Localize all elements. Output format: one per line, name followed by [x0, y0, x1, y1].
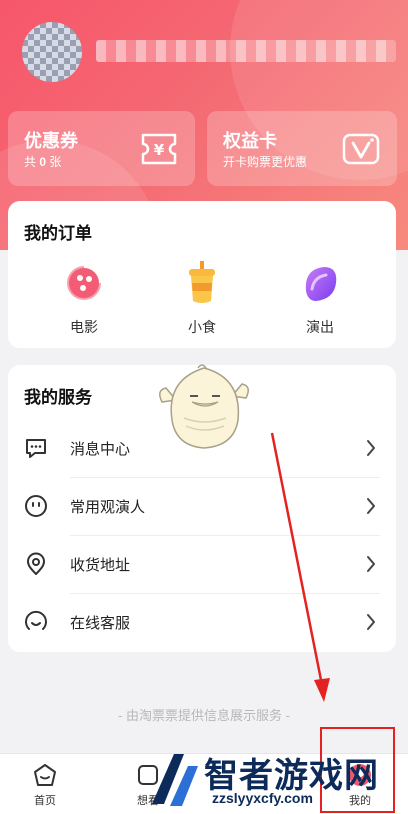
smile-face-icon — [25, 495, 47, 517]
rights-subtitle: 开卡购票更优惠 — [223, 155, 308, 169]
performance-icon — [298, 261, 342, 305]
service-label: 在线客服 — [70, 615, 131, 632]
orders-title: 我的订单 — [24, 224, 92, 243]
order-item-show[interactable]: 演出 — [280, 261, 360, 337]
coupon-count: 共 0 张 — [24, 155, 62, 169]
order-item-movie[interactable]: 电影 — [44, 261, 124, 337]
tab-label: 首页 — [34, 795, 56, 807]
film-reel-icon — [62, 261, 106, 305]
chevron-right-icon — [367, 556, 375, 572]
service-item-support[interactable]: 在线客服 — [8, 594, 396, 652]
avatar[interactable] — [22, 22, 82, 82]
service-item-address[interactable]: 收货地址 — [8, 536, 396, 594]
service-label: 常用观演人 — [70, 499, 146, 516]
mascot-illustration — [159, 364, 249, 449]
svg-text:¥: ¥ — [154, 141, 165, 159]
order-item-snack[interactable]: 小食 — [162, 261, 242, 337]
coupon-title: 优惠券 — [24, 131, 78, 151]
home-icon — [34, 764, 56, 786]
coupon-ticket-icon: ¥ — [141, 133, 177, 165]
nickname[interactable] — [96, 40, 396, 62]
service-label: 消息中心 — [70, 441, 131, 458]
provider-note: - 由淘票票提供信息展示服务 - — [118, 708, 290, 723]
services-title: 我的服务 — [24, 388, 92, 407]
watermark-url: zzslyyxcfy.com — [212, 790, 313, 806]
coupon-card[interactable]: 优惠券 共 0 张 ¥ — [8, 111, 195, 186]
drink-cup-icon — [180, 261, 224, 305]
watermark: 智者游戏网 zzslyyxcfy.com — [148, 748, 408, 812]
message-icon — [26, 439, 46, 458]
service-item-viewers[interactable]: 常用观演人 — [8, 478, 396, 536]
watermark-logo — [152, 754, 198, 806]
order-label: 演出 — [306, 319, 334, 335]
location-pin-icon — [27, 552, 45, 575]
rights-title: 权益卡 — [223, 131, 277, 151]
chevron-right-icon — [367, 498, 375, 514]
tab-home[interactable]: 首页 — [15, 762, 75, 808]
chevron-right-icon — [367, 440, 375, 456]
chevron-right-icon — [367, 614, 375, 630]
rights-card[interactable]: 权益卡 开卡购票更优惠 — [207, 111, 397, 186]
order-label: 电影 — [70, 319, 98, 335]
vip-card-icon — [342, 133, 380, 165]
support-icon — [25, 610, 47, 630]
order-label: 小食 — [188, 319, 216, 335]
service-label: 收货地址 — [70, 557, 131, 574]
orders-panel: 我的订单 电影 小食 演出 — [8, 201, 396, 348]
